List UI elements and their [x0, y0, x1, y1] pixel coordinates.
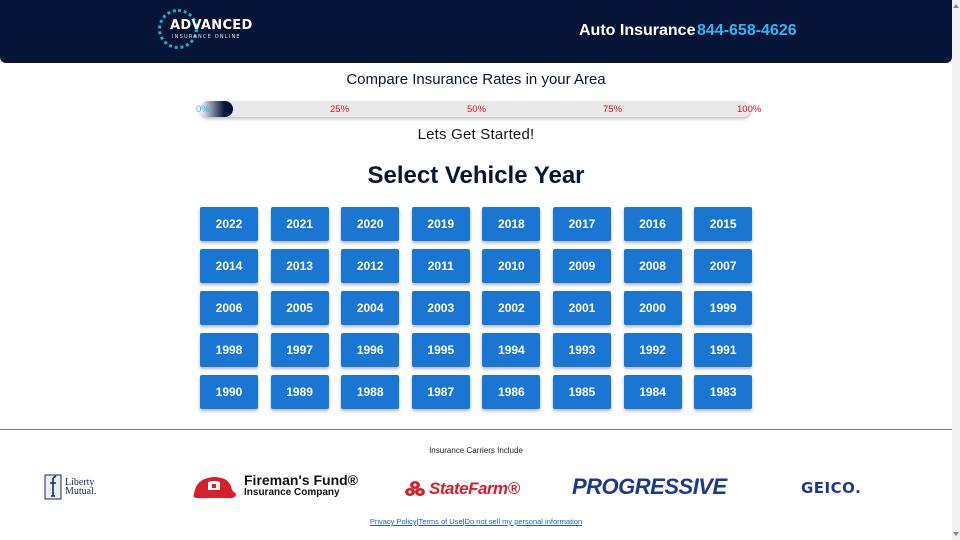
year-button-2011[interactable]: 2011 — [411, 249, 470, 283]
progress-tick-50: 50% — [467, 104, 487, 115]
year-button-1995[interactable]: 1995 — [411, 333, 470, 367]
year-button-2013[interactable]: 2013 — [270, 249, 329, 283]
year-button-2007[interactable]: 2007 — [694, 249, 753, 283]
state-farm-logo: StateFarm® — [404, 479, 520, 499]
year-button-1989[interactable]: 1989 — [270, 375, 329, 409]
progress-tick-0: 0% — [196, 104, 210, 115]
year-button-1986[interactable]: 1986 — [482, 375, 541, 409]
year-button-2003[interactable]: 2003 — [411, 291, 470, 325]
year-button-1985[interactable]: 1985 — [552, 375, 611, 409]
firemans-fund-logo: Fireman's Fund® Insurance Company — [190, 472, 358, 500]
progressive-text: PROGRESSIVE — [572, 474, 727, 499]
progressive-logo: PROGRESSIVE — [572, 474, 727, 500]
scrollbar[interactable] — [952, 0, 960, 540]
year-button-1988[interactable]: 1988 — [341, 375, 400, 409]
geico-logo: GEICO. — [801, 479, 861, 497]
year-button-1999[interactable]: 1999 — [694, 291, 753, 325]
year-button-1984[interactable]: 1984 — [623, 375, 682, 409]
year-button-1990[interactable]: 1990 — [200, 375, 258, 409]
year-button-1997[interactable]: 1997 — [270, 333, 329, 367]
fire-helmet-icon — [193, 477, 236, 498]
liberty-line2: Mutual. — [65, 486, 97, 497]
year-button-1998[interactable]: 1998 — [200, 333, 258, 367]
year-button-2005[interactable]: 2005 — [270, 291, 329, 325]
logo-sub-text: INSURANCE ONLINE — [172, 34, 241, 40]
advanced-insurance-logo[interactable]: ADVANCED INSURANCE ONLINE — [158, 9, 252, 53]
footer-links: Privacy Policy|Terms of Use|Do not sell … — [0, 517, 952, 526]
scroll-up-icon[interactable] — [953, 4, 959, 8]
page: ADVANCED INSURANCE ONLINE Auto Insurance… — [0, 0, 960, 540]
phone-link[interactable]: 844-658-4626 — [697, 22, 797, 40]
year-button-2002[interactable]: 2002 — [482, 291, 541, 325]
year-button-1994[interactable]: 1994 — [482, 333, 541, 367]
progress-tick-100: 100% — [737, 104, 762, 115]
firemans-title: Fireman's Fund® — [244, 472, 358, 488]
progress-tick-25: 25% — [330, 104, 350, 115]
statue-of-liberty-icon — [44, 474, 62, 500]
year-button-2008[interactable]: 2008 — [623, 249, 682, 283]
year-button-2000[interactable]: 2000 — [623, 291, 682, 325]
year-button-2018[interactable]: 2018 — [482, 207, 541, 241]
year-button-2015[interactable]: 2015 — [694, 207, 753, 241]
year-button-2017[interactable]: 2017 — [552, 207, 611, 241]
year-button-1991[interactable]: 1991 — [694, 333, 753, 367]
site-header: ADVANCED INSURANCE ONLINE Auto Insurance… — [0, 0, 952, 63]
year-button-2022[interactable]: 2022 — [200, 207, 258, 241]
state-farm-text: StateFarm® — [429, 479, 520, 498]
divider — [0, 429, 952, 430]
privacy-policy-link[interactable]: Privacy Policy — [370, 517, 417, 526]
year-button-2004[interactable]: 2004 — [341, 291, 400, 325]
firemans-sub: Insurance Company — [244, 487, 340, 498]
year-button-2010[interactable]: 2010 — [482, 249, 541, 283]
year-button-2020[interactable]: 2020 — [341, 207, 400, 241]
year-button-2006[interactable]: 2006 — [200, 291, 258, 325]
year-button-1992[interactable]: 1992 — [623, 333, 682, 367]
do-not-sell-link[interactable]: Do not sell my personal information — [465, 517, 583, 526]
year-button-2012[interactable]: 2012 — [341, 249, 400, 283]
header-title: Auto Insurance — [579, 22, 696, 39]
year-button-2014[interactable]: 2014 — [200, 249, 258, 283]
status-text: Lets Get Started! — [417, 126, 535, 143]
form-subtitle: Compare Insurance Rates in your Area — [346, 71, 606, 88]
carriers-label: Insurance Carriers Include — [429, 446, 523, 455]
year-button-1983[interactable]: 1983 — [694, 375, 753, 409]
year-grid: 2022 2021 2020 2019 2018 2017 2016 2015 2014 2013… — [200, 207, 753, 409]
year-button-2019[interactable]: 2019 — [411, 207, 470, 241]
year-button-1993[interactable]: 1993 — [552, 333, 611, 367]
liberty-mutual-logo: Liberty Mutual. — [44, 474, 96, 500]
year-button-1987[interactable]: 1987 — [411, 375, 470, 409]
geico-text: GEICO. — [801, 479, 862, 497]
progress-tick-75: 75% — [603, 104, 623, 115]
year-button-2016[interactable]: 2016 — [623, 207, 682, 241]
terms-of-use-link[interactable]: Terms of Use — [418, 517, 462, 526]
year-button-1996[interactable]: 1996 — [341, 333, 400, 367]
year-button-2021[interactable]: 2021 — [270, 207, 329, 241]
scroll-down-icon[interactable] — [953, 532, 959, 536]
state-farm-ovals-icon — [405, 481, 425, 496]
logo-main-text: ADVANCED — [170, 18, 253, 33]
page-title: Select Vehicle Year — [367, 162, 585, 189]
year-button-2001[interactable]: 2001 — [552, 291, 611, 325]
year-button-2009[interactable]: 2009 — [552, 249, 611, 283]
